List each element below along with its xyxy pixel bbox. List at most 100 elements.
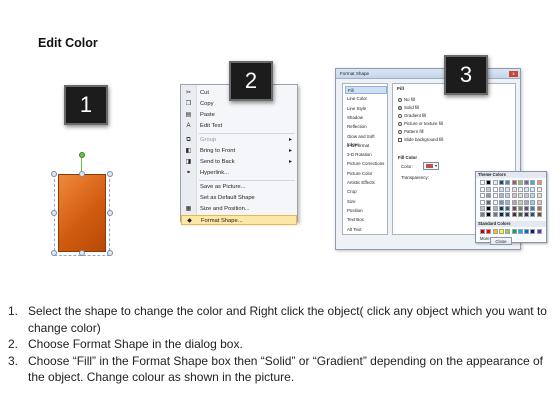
theme-color-swatch[interactable] bbox=[492, 180, 498, 185]
menu-item-format-shape[interactable]: ◆ Format Shape... bbox=[181, 215, 297, 225]
resize-handle[interactable] bbox=[51, 171, 57, 177]
standard-color-swatch[interactable] bbox=[511, 229, 517, 234]
theme-color-swatch[interactable] bbox=[517, 212, 523, 217]
theme-color-swatch[interactable] bbox=[505, 212, 511, 217]
theme-color-swatch[interactable] bbox=[498, 180, 504, 185]
theme-color-swatch[interactable] bbox=[498, 187, 504, 193]
category-glow-and-soft-edges[interactable]: Glow and Soft Edges bbox=[345, 133, 387, 147]
theme-color-swatch[interactable] bbox=[530, 180, 536, 185]
radio-button[interactable] bbox=[398, 129, 402, 134]
theme-color-swatch[interactable] bbox=[511, 212, 517, 217]
option-no-fill[interactable]: No fill bbox=[398, 97, 415, 102]
menu-item-send-to-back[interactable]: ◨ Send to Back ▸ bbox=[181, 157, 297, 167]
close-button[interactable]: Close bbox=[490, 237, 512, 245]
theme-color-swatch[interactable] bbox=[480, 212, 485, 217]
theme-color-swatch[interactable] bbox=[524, 205, 530, 211]
theme-color-swatch[interactable] bbox=[480, 193, 485, 199]
option-slide-background-fill[interactable]: Slide background fill bbox=[398, 137, 443, 142]
theme-color-swatch[interactable] bbox=[480, 187, 485, 193]
resize-handle[interactable] bbox=[51, 210, 57, 216]
theme-color-swatch[interactable] bbox=[498, 193, 504, 199]
category-line-style[interactable]: Line Style bbox=[345, 105, 387, 113]
theme-color-swatch[interactable] bbox=[536, 199, 542, 205]
menu-item-edit-text[interactable]: A Edit Text bbox=[181, 121, 297, 131]
theme-color-swatch[interactable] bbox=[524, 187, 530, 193]
menu-item-paste[interactable]: ▤ Paste bbox=[181, 110, 297, 120]
theme-color-swatch[interactable] bbox=[524, 193, 530, 199]
theme-color-swatch[interactable] bbox=[492, 193, 498, 199]
theme-color-swatch[interactable] bbox=[536, 193, 542, 199]
theme-color-swatch[interactable] bbox=[517, 199, 523, 205]
theme-color-swatch[interactable] bbox=[524, 212, 530, 217]
standard-color-swatch[interactable] bbox=[492, 229, 498, 234]
resize-handle[interactable] bbox=[107, 250, 113, 256]
rotation-handle[interactable] bbox=[79, 152, 85, 158]
category-crop[interactable]: Crop bbox=[345, 188, 387, 196]
standard-color-swatch[interactable] bbox=[498, 229, 504, 234]
theme-color-swatch[interactable] bbox=[505, 187, 511, 193]
category-alt-text[interactable]: Alt Text bbox=[345, 226, 387, 234]
theme-color-swatch[interactable] bbox=[511, 180, 517, 185]
category-3-d-rotation[interactable]: 3-D Rotation bbox=[345, 151, 387, 159]
standard-color-swatch[interactable] bbox=[486, 229, 492, 234]
theme-color-swatch[interactable] bbox=[492, 212, 498, 217]
theme-color-swatch[interactable] bbox=[505, 193, 511, 199]
resize-handle[interactable] bbox=[79, 250, 85, 256]
theme-color-swatch[interactable] bbox=[486, 187, 492, 193]
theme-color-swatch[interactable] bbox=[536, 205, 542, 211]
theme-color-swatch[interactable] bbox=[530, 187, 536, 193]
selected-shape[interactable] bbox=[51, 152, 113, 256]
option-solid-fill[interactable]: Solid fill bbox=[398, 105, 419, 110]
theme-color-swatch[interactable] bbox=[511, 193, 517, 199]
theme-color-swatch[interactable] bbox=[486, 193, 492, 199]
option-pattern-fill[interactable]: Pattern fill bbox=[398, 129, 424, 134]
theme-color-swatch[interactable] bbox=[498, 199, 504, 205]
radio-button[interactable] bbox=[398, 121, 402, 126]
standard-color-swatch[interactable] bbox=[536, 229, 542, 234]
theme-color-swatch[interactable] bbox=[486, 205, 492, 211]
theme-color-swatch[interactable] bbox=[517, 180, 523, 185]
category-artistic-effects[interactable]: Artistic Effects bbox=[345, 179, 387, 187]
resize-handle[interactable] bbox=[107, 171, 113, 177]
color-picker-button[interactable]: ▾ bbox=[423, 162, 439, 170]
theme-color-swatch[interactable] bbox=[517, 187, 523, 193]
theme-color-swatch[interactable] bbox=[536, 212, 542, 217]
theme-color-swatch[interactable] bbox=[486, 212, 492, 217]
radio-button[interactable] bbox=[398, 97, 402, 102]
standard-color-swatch[interactable] bbox=[517, 229, 523, 234]
theme-color-swatch[interactable] bbox=[511, 199, 517, 205]
theme-color-swatch[interactable] bbox=[517, 193, 523, 199]
theme-color-swatch[interactable] bbox=[505, 199, 511, 205]
theme-color-swatch[interactable] bbox=[505, 205, 511, 211]
theme-color-swatch[interactable] bbox=[536, 187, 542, 193]
menu-item-group[interactable]: ⧉ Group ▸ bbox=[181, 135, 297, 145]
standard-color-swatch[interactable] bbox=[524, 229, 530, 234]
standard-color-swatch[interactable] bbox=[480, 229, 485, 234]
checkbox[interactable] bbox=[398, 137, 402, 142]
option-gradient-fill[interactable]: Gradient fill bbox=[398, 113, 426, 118]
menu-item-set-as-default-shape[interactable]: Set as Default Shape bbox=[181, 193, 297, 203]
dialog-close-icon[interactable]: x bbox=[509, 71, 518, 77]
menu-item-save-as-picture[interactable]: Save as Picture... bbox=[181, 182, 297, 192]
theme-color-swatch[interactable] bbox=[517, 205, 523, 211]
theme-color-swatch[interactable] bbox=[511, 187, 517, 193]
orange-rectangle[interactable] bbox=[58, 174, 106, 252]
theme-color-swatch[interactable] bbox=[498, 205, 504, 211]
category-picture-color[interactable]: Picture Color bbox=[345, 170, 387, 178]
theme-color-swatch[interactable] bbox=[480, 205, 485, 211]
theme-color-swatch[interactable] bbox=[480, 199, 485, 205]
category-reflection[interactable]: Reflection bbox=[345, 123, 387, 131]
theme-color-swatch[interactable] bbox=[505, 180, 511, 185]
menu-item-size-and-position[interactable]: ▦ Size and Position... bbox=[181, 204, 297, 214]
category-3-d-format[interactable]: 3-D Format bbox=[345, 142, 387, 150]
theme-color-swatch[interactable] bbox=[480, 180, 485, 185]
theme-color-swatch[interactable] bbox=[536, 180, 542, 185]
radio-button[interactable] bbox=[398, 113, 402, 118]
radio-button[interactable] bbox=[398, 105, 402, 110]
category-size[interactable]: Size bbox=[345, 198, 387, 206]
category-fill[interactable]: Fill bbox=[345, 86, 387, 94]
resize-handle[interactable] bbox=[51, 250, 57, 256]
category-position[interactable]: Position bbox=[345, 207, 387, 215]
standard-color-swatch[interactable] bbox=[530, 229, 536, 234]
standard-color-swatch[interactable] bbox=[505, 229, 511, 234]
